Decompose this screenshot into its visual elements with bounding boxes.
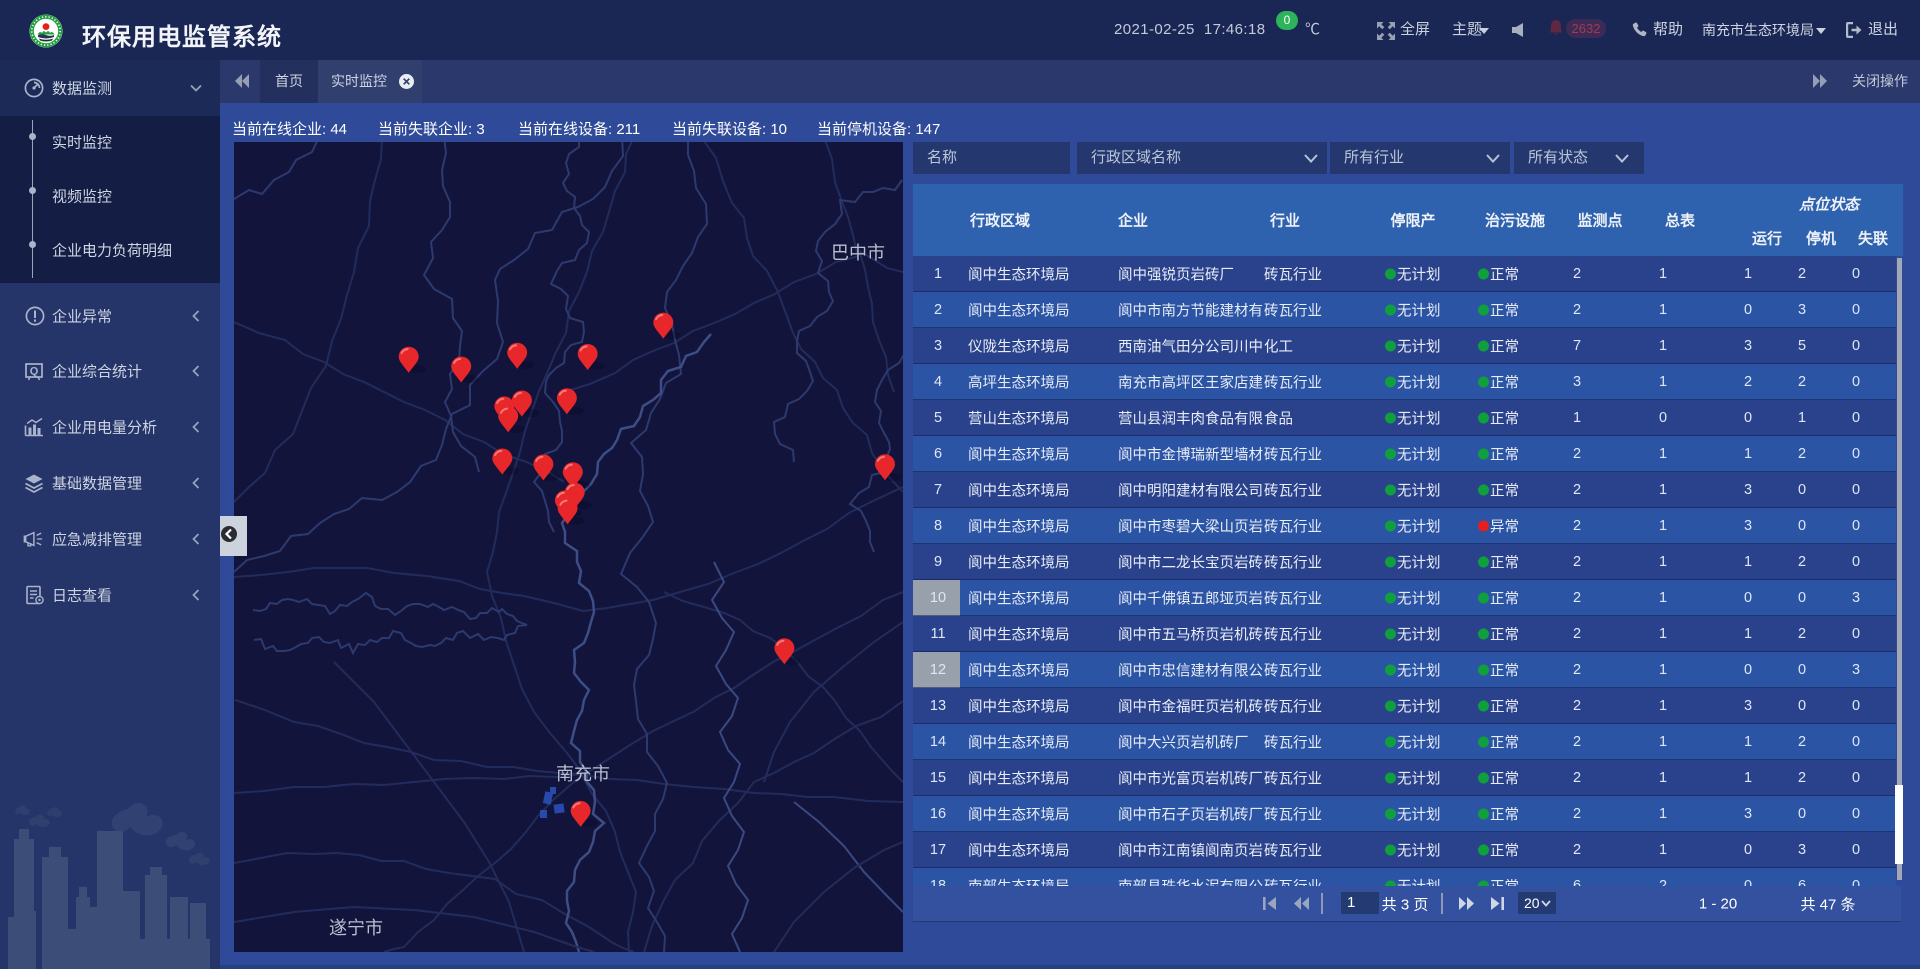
svg-text:Q: Q (30, 366, 39, 378)
svg-text:遂宁市: 遂宁市 (329, 918, 383, 938)
svg-text:巴中市: 巴中市 (831, 243, 885, 263)
svg-text:南充市: 南充市 (556, 764, 610, 784)
